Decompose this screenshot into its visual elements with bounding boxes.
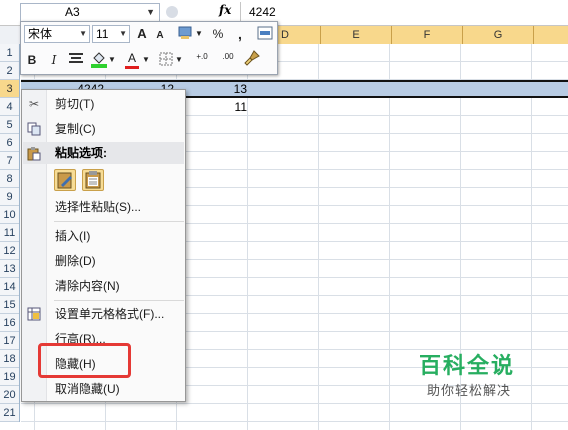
percent-button[interactable]: %: [211, 26, 225, 42]
menu-item-label: 清除内容(N): [55, 279, 120, 293]
format-brush-icon[interactable]: [243, 50, 261, 70]
chevron-down-icon[interactable]: ▼: [142, 52, 150, 68]
cell-c3[interactable]: 13: [205, 82, 247, 96]
menu-item-label: 选择性粘贴(S)...: [55, 200, 141, 214]
menu-item-format-cells[interactable]: 设置单元格格式(F)...: [22, 303, 185, 325]
menu-item-unhide[interactable]: 取消隐藏(U): [22, 378, 185, 400]
row-header[interactable]: 6: [0, 134, 19, 152]
menu-item-label: 删除(D): [55, 254, 96, 268]
row-header[interactable]: 10: [0, 206, 19, 224]
row-header[interactable]: 18: [0, 350, 19, 368]
row-header[interactable]: 11: [0, 224, 19, 242]
chevron-down-icon[interactable]: ▼: [146, 4, 155, 21]
format-painter-icon[interactable]: [177, 25, 195, 45]
formula-bar-handle-icon[interactable]: [166, 6, 178, 18]
menu-item-label: 复制(C): [55, 122, 96, 136]
font-color-button[interactable]: A: [125, 50, 139, 69]
menu-separator: [54, 300, 184, 301]
menu-item-label: 设置单元格格式(F)...: [55, 307, 165, 321]
select-all-corner[interactable]: [0, 26, 21, 44]
row-header[interactable]: 8: [0, 170, 19, 188]
menu-item-delete[interactable]: 删除(D): [22, 250, 185, 272]
row-header[interactable]: 15: [0, 296, 19, 314]
formula-bar-divider: [240, 2, 241, 23]
formula-input[interactable]: 4242: [249, 5, 276, 19]
font-size-value: 11: [96, 27, 109, 41]
fill-color-icon[interactable]: [91, 50, 107, 72]
row-header[interactable]: 9: [0, 188, 19, 206]
menu-item-label: 取消隐藏(U): [55, 382, 120, 396]
decrease-decimal-button[interactable]: .00: [216, 53, 240, 61]
comma-style-button[interactable]: ,: [235, 26, 245, 42]
row-header[interactable]: 1: [0, 44, 19, 62]
merge-cells-icon[interactable]: [256, 26, 274, 44]
format-cells-icon: [27, 307, 41, 321]
menu-separator: [54, 221, 184, 222]
shrink-font-button[interactable]: A: [154, 28, 166, 44]
name-box-value: A3: [65, 5, 80, 19]
row-header[interactable]: 13: [0, 260, 19, 278]
row-header[interactable]: 12: [0, 242, 19, 260]
row-header[interactable]: 19: [0, 368, 19, 386]
chevron-down-icon[interactable]: ▼: [108, 52, 116, 68]
scissors-icon: ✂: [28, 97, 40, 111]
menu-item-copy[interactable]: 复制(C): [22, 118, 185, 140]
font-name-value: 宋体: [28, 27, 53, 41]
mini-toolbar: 宋体 ▼ 11 ▼ A A ▼ % , B I ▼ A ▼ ▼ +.0 .00: [20, 21, 278, 75]
font-color-swatch: [125, 66, 139, 69]
chevron-down-icon: ▼: [79, 29, 87, 38]
watermark-title: 百科全说: [419, 353, 516, 378]
context-menu: ✂ 剪切(T) 复制(C) 粘贴选项: 选择性粘贴(S)... 插入(I) 删除…: [21, 89, 186, 402]
row-header-selected[interactable]: 3: [0, 80, 19, 98]
row-headers: 1 2 3 4 5 6 7 8 9 10 11 12 13 14 15 16 1…: [0, 44, 20, 422]
chevron-down-icon[interactable]: ▼: [175, 52, 183, 68]
borders-icon[interactable]: [159, 52, 173, 70]
insert-function-button[interactable]: fx: [219, 3, 231, 17]
watermark-subtitle: 助你轻松解决: [427, 383, 512, 398]
row-header[interactable]: 4: [0, 98, 19, 116]
paste-option-values-icon[interactable]: [82, 169, 104, 191]
increase-decimal-button[interactable]: +.0: [189, 53, 215, 61]
copy-icon: [27, 122, 41, 136]
watermark: 百科全说 助你轻松解决: [400, 343, 550, 403]
row-header[interactable]: 20: [0, 386, 19, 404]
paste-option-formatting-icon[interactable]: [54, 169, 76, 191]
paste-options-header: 粘贴选项:: [23, 142, 184, 164]
menu-item-label: 插入(I): [55, 229, 91, 243]
font-name-select[interactable]: 宋体 ▼: [24, 25, 90, 43]
row-header[interactable]: 16: [0, 314, 19, 332]
font-size-select[interactable]: 11 ▼: [92, 25, 130, 43]
menu-item-label: 剪切(T): [55, 97, 95, 111]
highlight-box: [38, 343, 131, 378]
chevron-down-icon[interactable]: ▼: [195, 26, 203, 42]
row-header[interactable]: 7: [0, 152, 19, 170]
row-header[interactable]: 5: [0, 116, 19, 134]
row-header[interactable]: 21: [0, 404, 19, 422]
clipboard-icon: [27, 146, 41, 168]
row-header[interactable]: 2: [0, 62, 19, 80]
menu-item-cut[interactable]: ✂ 剪切(T): [22, 93, 185, 115]
chevron-down-icon: ▼: [119, 29, 127, 38]
align-center-icon[interactable]: [68, 52, 84, 68]
menu-item-insert[interactable]: 插入(I): [22, 225, 185, 247]
column-header-f[interactable]: F: [392, 26, 463, 44]
column-header-h[interactable]: [534, 26, 568, 44]
menu-item-clear-contents[interactable]: 清除内容(N): [22, 275, 185, 297]
bold-button[interactable]: B: [26, 52, 38, 68]
grow-font-button[interactable]: A: [135, 26, 149, 42]
italic-button[interactable]: I: [48, 52, 60, 68]
font-color-letter: A: [127, 51, 136, 65]
column-header-g[interactable]: G: [463, 26, 534, 44]
cell-c4[interactable]: 11: [205, 100, 247, 114]
menu-item-paste-special[interactable]: 选择性粘贴(S)...: [22, 196, 185, 218]
row-header[interactable]: 17: [0, 332, 19, 350]
name-box[interactable]: A3 ▼: [20, 3, 160, 22]
paste-options-label: 粘贴选项:: [55, 146, 107, 160]
row-header[interactable]: 14: [0, 278, 19, 296]
column-header-e[interactable]: E: [321, 26, 392, 44]
